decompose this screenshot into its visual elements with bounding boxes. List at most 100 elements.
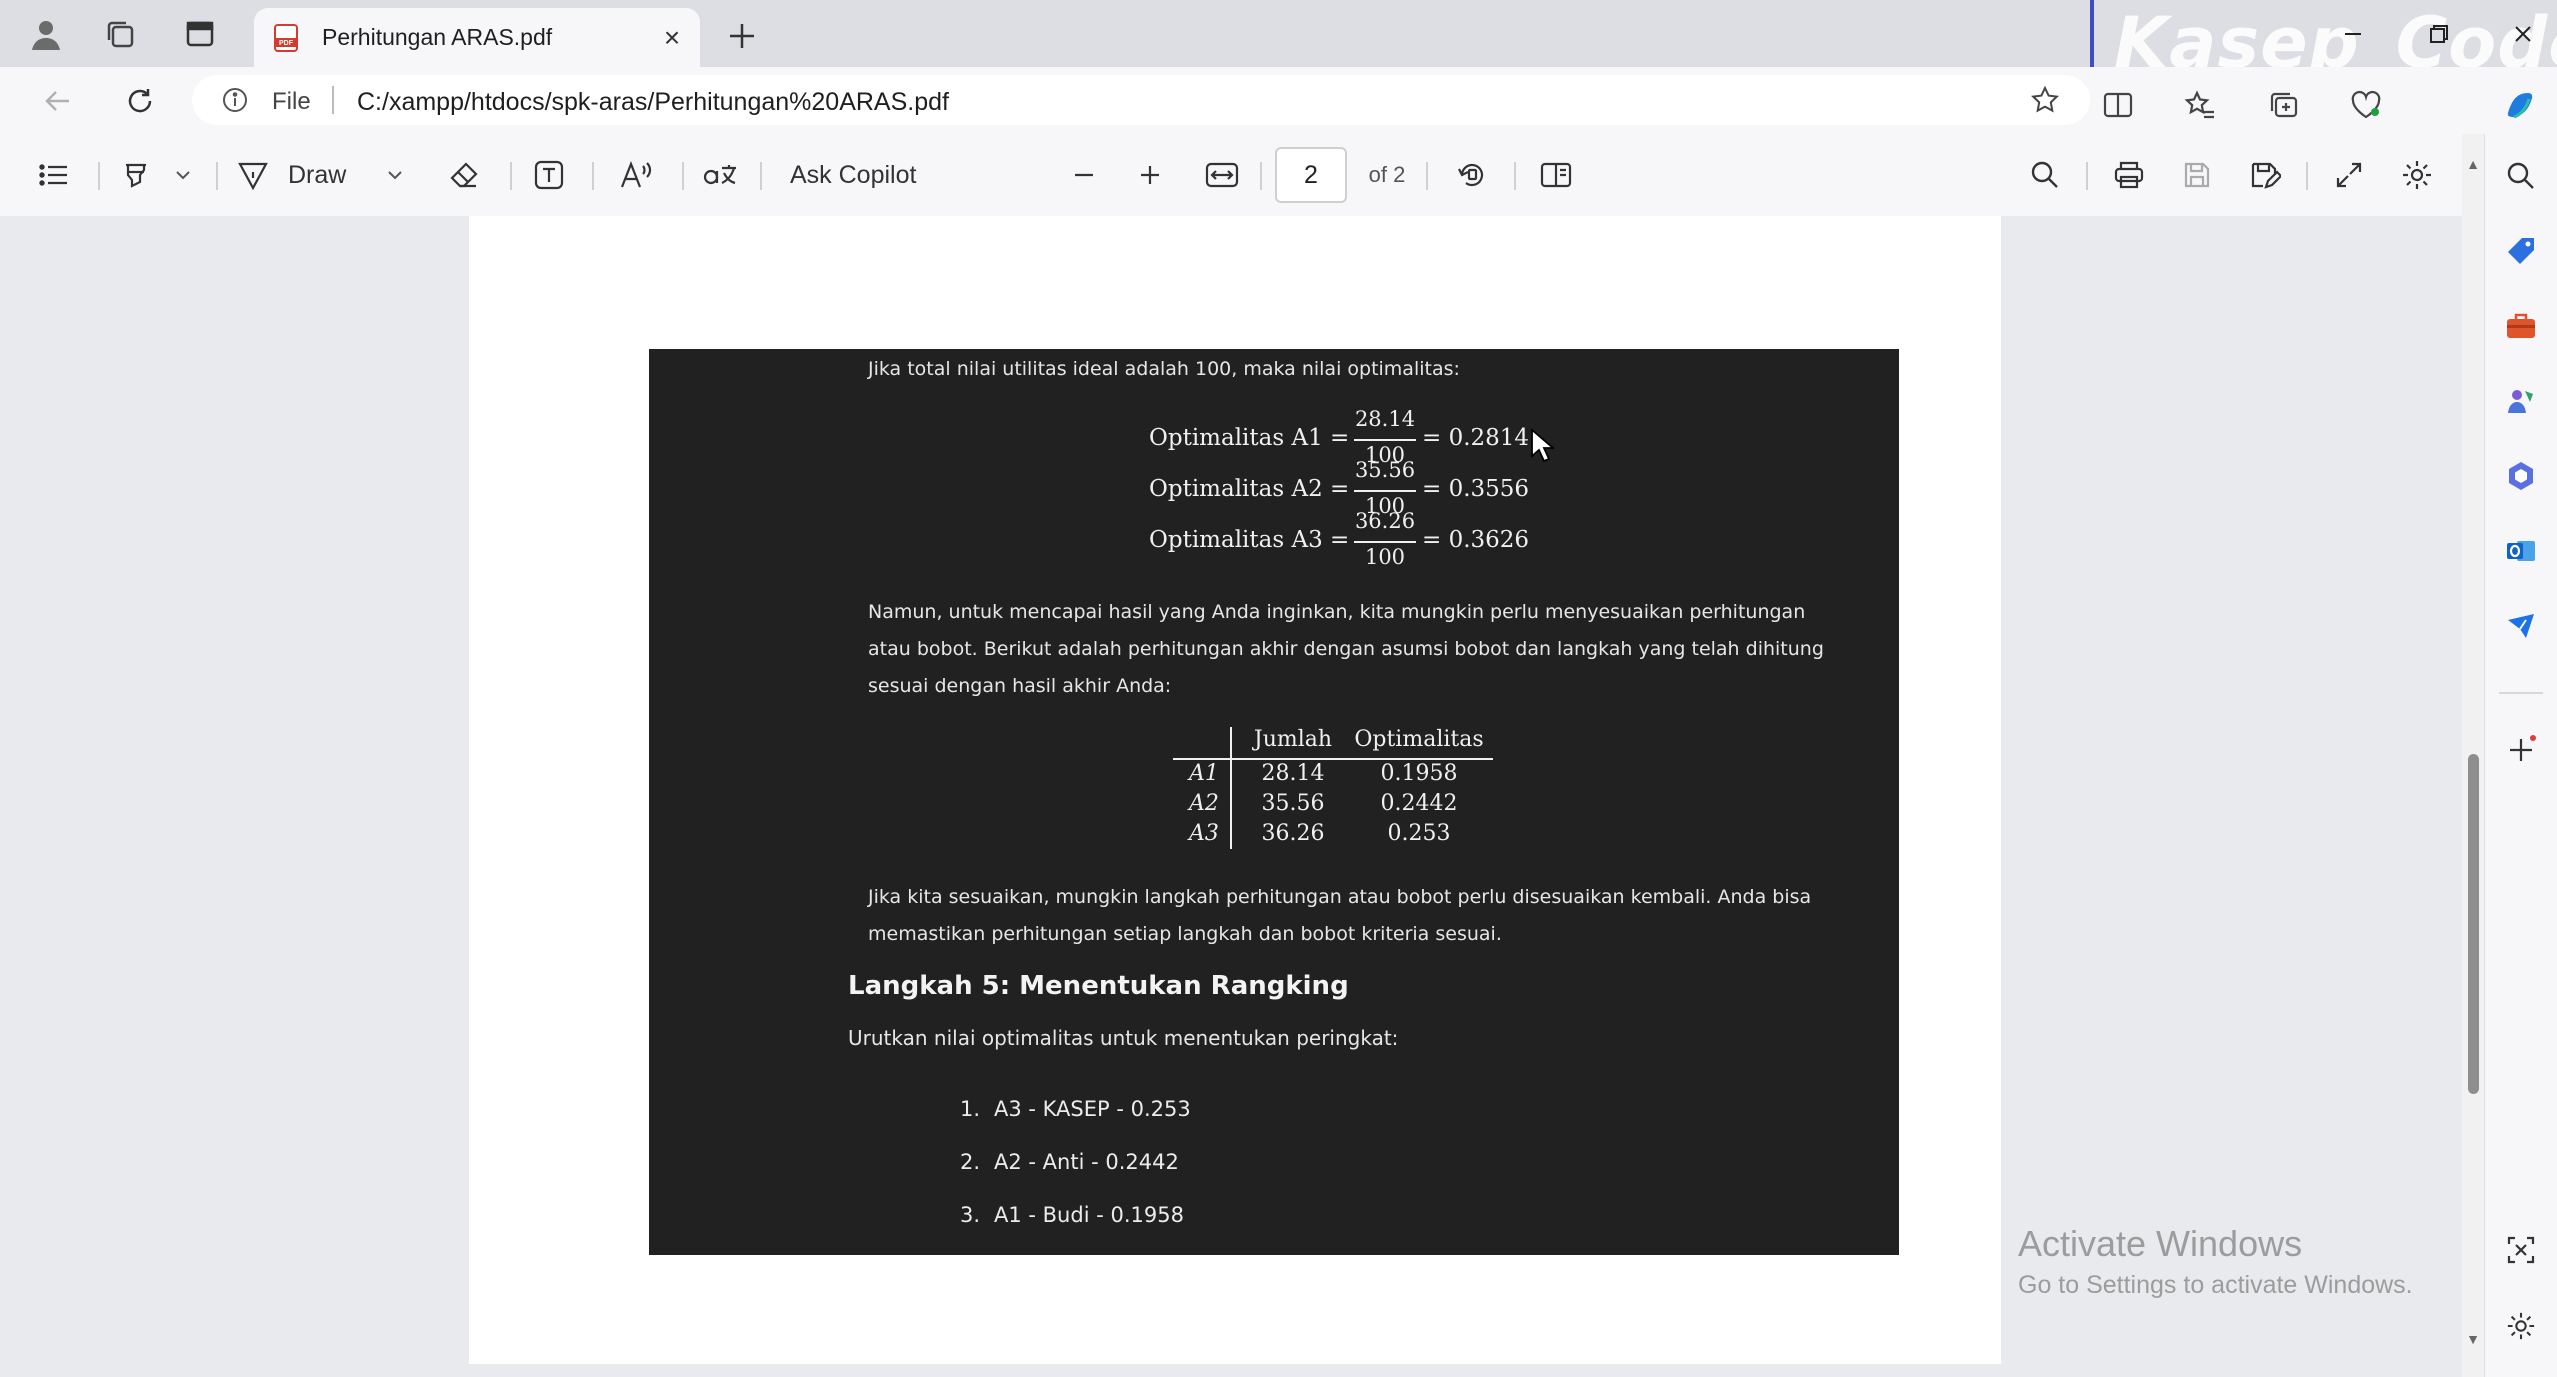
divider: [510, 162, 512, 190]
print-icon[interactable]: [2108, 154, 2150, 196]
page-number-input[interactable]: 2: [1275, 147, 1347, 203]
fraction-numerator: 28.14: [1354, 407, 1416, 431]
highlight-options-chevron-icon[interactable]: [168, 154, 198, 196]
table-header: Optimalitas: [1354, 727, 1484, 752]
divider: [1260, 162, 1262, 190]
activate-windows-notice: Activate Windows Go to Settings to activ…: [2018, 1223, 2413, 1300]
activate-windows-title: Activate Windows: [2018, 1223, 2303, 1264]
title-bar: PDF Perhitungan ARAS.pdf × Kasep_Code: [0, 0, 2557, 100]
scroll-up-icon[interactable]: ▲: [2465, 156, 2481, 172]
table-cell: 0.253: [1387, 821, 1451, 846]
read-aloud-icon[interactable]: [614, 154, 658, 196]
games-icon[interactable]: [2501, 381, 2541, 421]
microsoft-365-icon[interactable]: [2501, 456, 2541, 496]
settings-gear-icon[interactable]: [2396, 154, 2438, 196]
workspaces-icon[interactable]: [100, 14, 140, 54]
collections-icon[interactable]: [2264, 85, 2304, 125]
svg-text:PDF: PDF: [279, 40, 294, 47]
sidebar-settings-gear-icon[interactable]: [2501, 1306, 2541, 1346]
save-as-icon[interactable]: [2244, 154, 2286, 196]
embedded-screenshot: Jika total nilai utilitas ideal adalah 1…: [649, 349, 1899, 1255]
draw-label: Draw: [288, 160, 347, 189]
equation-result: = 0.3556: [1422, 476, 1530, 502]
minimize-button[interactable]: [2330, 14, 2376, 54]
split-screen-icon[interactable]: [2098, 85, 2138, 125]
paragraph-line: Jika kita sesuaikan, mungkin langkah per…: [868, 886, 1812, 908]
table-cell: 0.1958: [1380, 761, 1458, 786]
ask-copilot-label: Ask Copilot: [790, 160, 917, 189]
section-heading: Langkah 5: Menentukan Rangking: [848, 971, 1349, 1001]
eraser-icon[interactable]: [444, 154, 484, 196]
close-tab-button[interactable]: ×: [652, 18, 692, 58]
rotate-icon[interactable]: [1450, 154, 1494, 196]
edge-sidebar: [2484, 134, 2557, 1377]
add-sidebar-app-icon[interactable]: [2501, 730, 2541, 770]
zoom-out-icon[interactable]: [1064, 154, 1104, 196]
scroll-down-icon[interactable]: ▼: [2465, 1331, 2481, 1347]
list-text: A2 - Anti - 0.2442: [994, 1150, 1179, 1174]
close-window-button[interactable]: [2500, 14, 2546, 54]
new-tab-button[interactable]: [722, 16, 762, 56]
paragraph-line: atau bobot. Berikut adalah perhitungan a…: [868, 638, 1824, 660]
draw-options-chevron-icon[interactable]: [380, 154, 410, 196]
favorites-icon[interactable]: [2180, 85, 2220, 125]
zoom-in-icon[interactable]: [1130, 154, 1170, 196]
table-row-label: A1: [1189, 761, 1219, 786]
copilot-icon[interactable]: [2500, 85, 2540, 125]
list-number: 2.: [960, 1150, 981, 1174]
draw-button[interactable]: Draw: [236, 154, 366, 196]
search-icon[interactable]: [2501, 156, 2541, 196]
list-item: 3. A1 - Budi - 0.1958: [960, 1203, 1184, 1227]
divider: [2086, 162, 2088, 190]
refresh-icon[interactable]: [118, 79, 162, 123]
divider: [1514, 162, 1516, 190]
paragraph-line: Namun, untuk mencapai hasil yang Anda in…: [868, 601, 1806, 623]
table-row-label: A2: [1189, 791, 1219, 816]
divider: [216, 162, 218, 190]
add-text-icon[interactable]: [528, 154, 570, 196]
save-icon[interactable]: [2176, 154, 2218, 196]
url-text[interactable]: C:/xampp/htdocs/spk-aras/Perhitungan%20A…: [357, 88, 949, 117]
highlight-icon[interactable]: [116, 154, 156, 196]
shopping-tag-icon[interactable]: [2501, 231, 2541, 271]
list-number: 3.: [960, 1203, 981, 1227]
tools-briefcase-icon[interactable]: [2501, 306, 2541, 346]
equation-label: Optimalitas A2 =: [1149, 476, 1350, 502]
equation-result: = 0.3626: [1422, 527, 1530, 553]
translate-icon[interactable]: [698, 154, 742, 196]
fraction-line: [1354, 541, 1416, 543]
list-text: A3 - KASEP - 0.253: [994, 1097, 1191, 1121]
profile-icon[interactable]: [26, 14, 66, 54]
equation-label: Optimalitas A3 =: [1149, 527, 1350, 553]
pdf-icon: PDF: [272, 23, 300, 52]
vertical-scrollbar[interactable]: ▲ ▼: [2462, 134, 2484, 1377]
fraction-line: [1354, 439, 1416, 441]
list-text: A1 - Budi - 0.1958: [994, 1203, 1184, 1227]
table-cell: 36.26: [1261, 821, 1325, 846]
address-bar[interactable]: File C:/xampp/htdocs/spk-aras/Perhitunga…: [192, 75, 2090, 125]
fit-to-width-icon[interactable]: [1200, 154, 1244, 196]
scrollbar-thumb[interactable]: [2468, 754, 2479, 1094]
page-view-icon[interactable]: [1534, 154, 1578, 196]
divider: [2306, 162, 2308, 190]
browser-essentials-icon[interactable]: [2346, 85, 2386, 125]
outlook-icon[interactable]: [2501, 531, 2541, 571]
full-screen-icon[interactable]: [2328, 154, 2370, 196]
divider: [760, 162, 762, 190]
tab-title: Perhitungan ARAS.pdf: [322, 24, 553, 50]
info-icon[interactable]: [222, 87, 248, 118]
screenshot-capture-icon[interactable]: [2501, 1230, 2541, 1270]
restore-button[interactable]: [2416, 14, 2462, 54]
divider: [592, 162, 594, 190]
send-drop-icon[interactable]: [2501, 606, 2541, 646]
table-of-contents-icon[interactable]: [34, 154, 74, 196]
ask-copilot-button[interactable]: Ask Copilot: [790, 154, 950, 196]
divider: [682, 162, 684, 190]
favorite-star-icon[interactable]: [2030, 85, 2060, 120]
vertical-tabs-icon[interactable]: [180, 14, 220, 54]
fraction-numerator: 35.56: [1354, 458, 1416, 482]
active-tab[interactable]: PDF Perhitungan ARAS.pdf ×: [254, 8, 700, 67]
back-icon[interactable]: [36, 79, 80, 123]
table-column-rule: [1230, 727, 1232, 849]
find-search-icon[interactable]: [2024, 154, 2066, 196]
